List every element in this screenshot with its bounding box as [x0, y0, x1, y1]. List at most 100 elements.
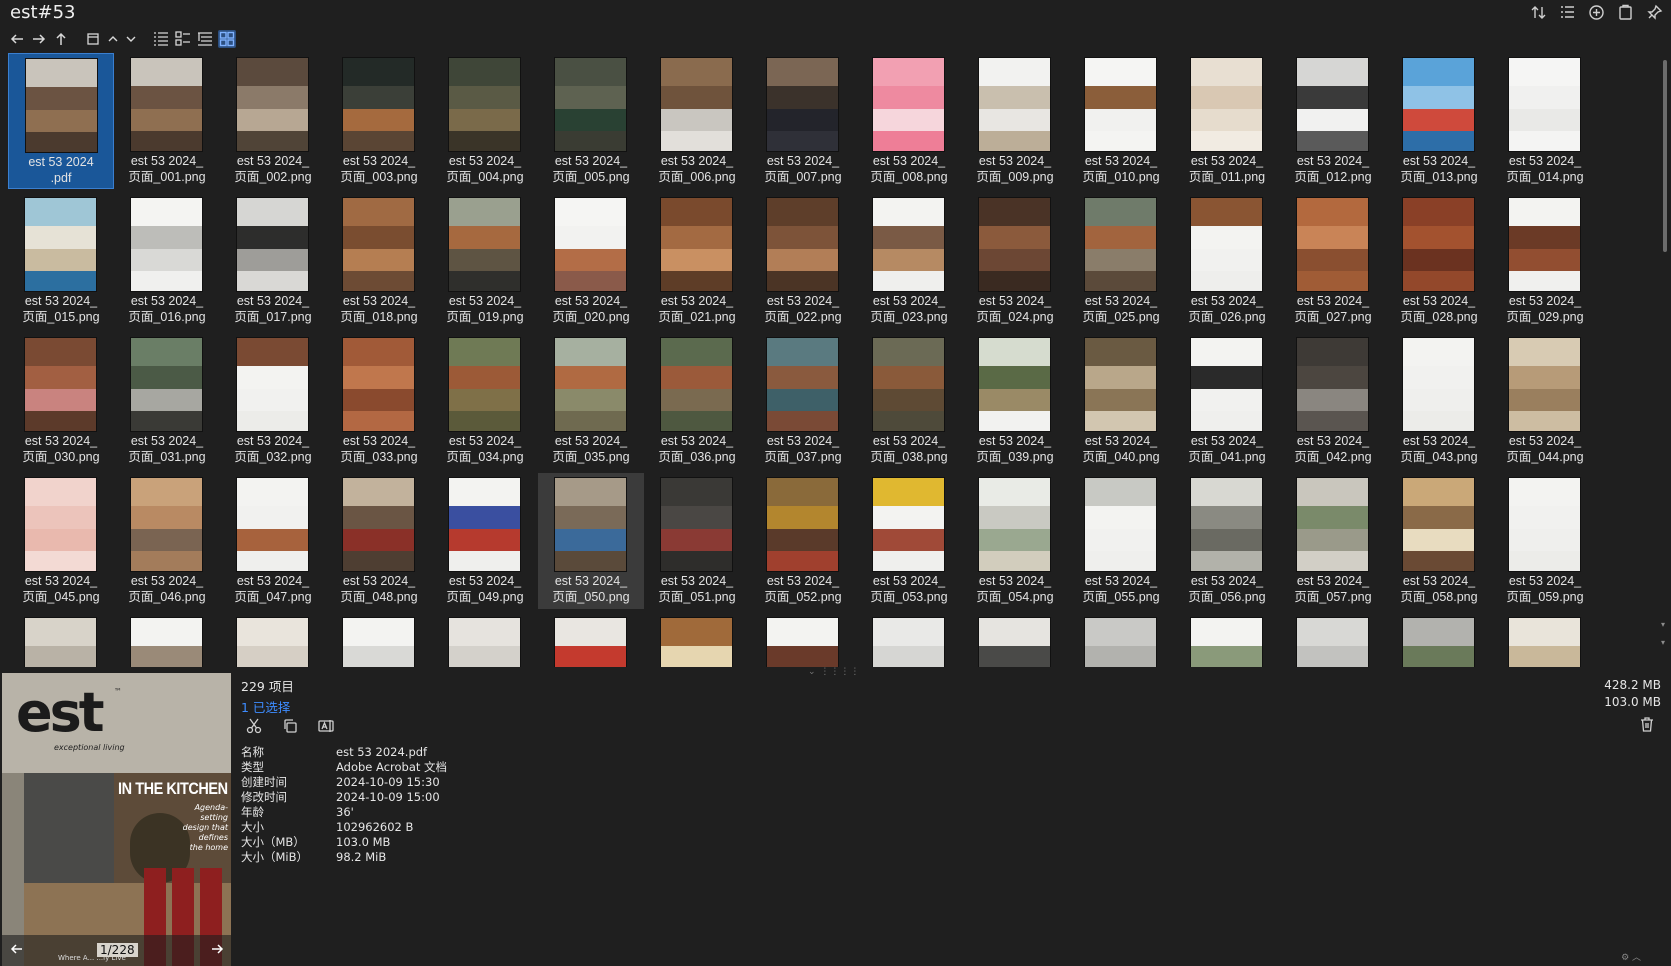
- copy-icon[interactable]: [281, 717, 299, 735]
- file-item[interactable]: est 53 2024_ 页面_035.png: [538, 333, 644, 469]
- file-item[interactable]: est 53 2024_ 页面_040.png: [1068, 333, 1174, 469]
- file-item[interactable]: est 53 2024_ 页面_026.png: [1174, 193, 1280, 329]
- file-item[interactable]: est 53 2024_ 页面_057.png: [1280, 473, 1386, 609]
- list-options-icon[interactable]: [1559, 4, 1576, 21]
- scrollbar-thumb[interactable]: [1663, 60, 1667, 252]
- file-item[interactable]: est 53 2024_ 页面_058.png: [1386, 473, 1492, 609]
- file-item[interactable]: est 53 2024_ 页面_030.png: [8, 333, 114, 469]
- file-item[interactable]: [750, 613, 856, 667]
- file-item[interactable]: est 53 2024_ 页面_001.png: [114, 53, 220, 189]
- prev-page-icon[interactable]: [10, 941, 24, 960]
- file-item[interactable]: est 53 2024 .pdf: [8, 53, 114, 189]
- file-item[interactable]: est 53 2024_ 页面_019.png: [432, 193, 538, 329]
- file-item[interactable]: est 53 2024_ 页面_012.png: [1280, 53, 1386, 189]
- list-view-icon[interactable]: [174, 30, 192, 48]
- file-item[interactable]: est 53 2024_ 页面_055.png: [1068, 473, 1174, 609]
- file-item[interactable]: est 53 2024_ 页面_007.png: [750, 53, 856, 189]
- file-item[interactable]: est 53 2024_ 页面_050.png: [538, 473, 644, 609]
- file-item[interactable]: est 53 2024_ 页面_044.png: [1492, 333, 1598, 469]
- file-item[interactable]: est 53 2024_ 页面_047.png: [220, 473, 326, 609]
- file-item[interactable]: est 53 2024_ 页面_016.png: [114, 193, 220, 329]
- file-item[interactable]: est 53 2024_ 页面_018.png: [326, 193, 432, 329]
- up-arrow-icon[interactable]: [52, 30, 70, 48]
- file-item[interactable]: est 53 2024_ 页面_051.png: [644, 473, 750, 609]
- file-item[interactable]: [856, 613, 962, 667]
- file-item[interactable]: est 53 2024_ 页面_009.png: [962, 53, 1068, 189]
- file-item[interactable]: est 53 2024_ 页面_059.png: [1492, 473, 1598, 609]
- file-item[interactable]: est 53 2024_ 页面_005.png: [538, 53, 644, 189]
- file-item[interactable]: est 53 2024_ 页面_002.png: [220, 53, 326, 189]
- file-item[interactable]: [1386, 613, 1492, 667]
- file-item[interactable]: est 53 2024_ 页面_003.png: [326, 53, 432, 189]
- file-item[interactable]: [962, 613, 1068, 667]
- file-item[interactable]: est 53 2024_ 页面_025.png: [1068, 193, 1174, 329]
- file-item[interactable]: [1280, 613, 1386, 667]
- file-item[interactable]: est 53 2024_ 页面_031.png: [114, 333, 220, 469]
- file-item[interactable]: est 53 2024_ 页面_039.png: [962, 333, 1068, 469]
- file-item[interactable]: est 53 2024_ 页面_028.png: [1386, 193, 1492, 329]
- details-view-icon[interactable]: [152, 30, 170, 48]
- file-item[interactable]: est 53 2024_ 页面_006.png: [644, 53, 750, 189]
- scroll-down-arrow-icon[interactable]: ▾: [1661, 620, 1665, 629]
- file-item[interactable]: [538, 613, 644, 667]
- file-item[interactable]: est 53 2024_ 页面_042.png: [1280, 333, 1386, 469]
- file-item[interactable]: est 53 2024_ 页面_021.png: [644, 193, 750, 329]
- tree-view-icon[interactable]: [196, 30, 214, 48]
- chevron-up-icon[interactable]: [106, 30, 120, 48]
- next-page-icon[interactable]: [210, 941, 224, 960]
- file-item[interactable]: est 53 2024_ 页面_011.png: [1174, 53, 1280, 189]
- splitter-grip-icon[interactable]: ⌄ ⋮⋮⋮⋮: [808, 667, 860, 677]
- panel-splitter[interactable]: ⌄ ⋮⋮⋮⋮: [0, 667, 1671, 677]
- file-item[interactable]: [1492, 613, 1598, 667]
- file-item[interactable]: est 53 2024_ 页面_023.png: [856, 193, 962, 329]
- rename-icon[interactable]: [317, 717, 335, 735]
- back-arrow-icon[interactable]: [8, 30, 26, 48]
- file-item[interactable]: est 53 2024_ 页面_010.png: [1068, 53, 1174, 189]
- file-item[interactable]: est 53 2024_ 页面_056.png: [1174, 473, 1280, 609]
- file-item[interactable]: [114, 613, 220, 667]
- file-item[interactable]: est 53 2024_ 页面_004.png: [432, 53, 538, 189]
- file-item[interactable]: est 53 2024_ 页面_041.png: [1174, 333, 1280, 469]
- file-item[interactable]: [1068, 613, 1174, 667]
- clipboard-icon[interactable]: [1617, 4, 1634, 21]
- file-item[interactable]: est 53 2024_ 页面_024.png: [962, 193, 1068, 329]
- sort-icon[interactable]: [1530, 4, 1547, 21]
- file-item[interactable]: est 53 2024_ 页面_043.png: [1386, 333, 1492, 469]
- cut-icon[interactable]: [245, 717, 263, 735]
- grid-view-icon[interactable]: [218, 30, 236, 48]
- file-item[interactable]: est 53 2024_ 页面_008.png: [856, 53, 962, 189]
- forward-arrow-icon[interactable]: [30, 30, 48, 48]
- file-item[interactable]: est 53 2024_ 页面_036.png: [644, 333, 750, 469]
- vertical-scrollbar[interactable]: ▾ ▾: [1661, 60, 1668, 660]
- add-icon[interactable]: [1588, 4, 1605, 21]
- trash-icon[interactable]: [1639, 716, 1657, 734]
- file-item[interactable]: est 53 2024_ 页面_034.png: [432, 333, 538, 469]
- file-item[interactable]: est 53 2024_ 页面_032.png: [220, 333, 326, 469]
- file-item[interactable]: est 53 2024_ 页面_033.png: [326, 333, 432, 469]
- file-item[interactable]: [644, 613, 750, 667]
- file-item[interactable]: est 53 2024_ 页面_022.png: [750, 193, 856, 329]
- file-item[interactable]: est 53 2024_ 页面_053.png: [856, 473, 962, 609]
- file-item[interactable]: est 53 2024_ 页面_014.png: [1492, 53, 1598, 189]
- file-item[interactable]: est 53 2024_ 页面_015.png: [8, 193, 114, 329]
- file-item[interactable]: est 53 2024_ 页面_017.png: [220, 193, 326, 329]
- file-item[interactable]: [432, 613, 538, 667]
- file-item[interactable]: est 53 2024_ 页面_045.png: [8, 473, 114, 609]
- file-item[interactable]: est 53 2024_ 页面_052.png: [750, 473, 856, 609]
- file-item[interactable]: est 53 2024_ 页面_054.png: [962, 473, 1068, 609]
- file-item[interactable]: est 53 2024_ 页面_020.png: [538, 193, 644, 329]
- file-item[interactable]: est 53 2024_ 页面_013.png: [1386, 53, 1492, 189]
- file-item[interactable]: [220, 613, 326, 667]
- file-item[interactable]: est 53 2024_ 页面_029.png: [1492, 193, 1598, 329]
- file-item[interactable]: [1174, 613, 1280, 667]
- file-item[interactable]: est 53 2024_ 页面_037.png: [750, 333, 856, 469]
- file-item[interactable]: est 53 2024_ 页面_038.png: [856, 333, 962, 469]
- file-item[interactable]: est 53 2024_ 页面_046.png: [114, 473, 220, 609]
- file-item[interactable]: est 53 2024_ 页面_048.png: [326, 473, 432, 609]
- window-icon[interactable]: [84, 30, 102, 48]
- file-item[interactable]: [8, 613, 114, 667]
- selected-count[interactable]: 1 已选择: [241, 697, 294, 716]
- scroll-down-arrow-icon[interactable]: ▾: [1661, 638, 1665, 647]
- chevron-down-icon[interactable]: [124, 30, 138, 48]
- pin-icon[interactable]: [1646, 4, 1663, 21]
